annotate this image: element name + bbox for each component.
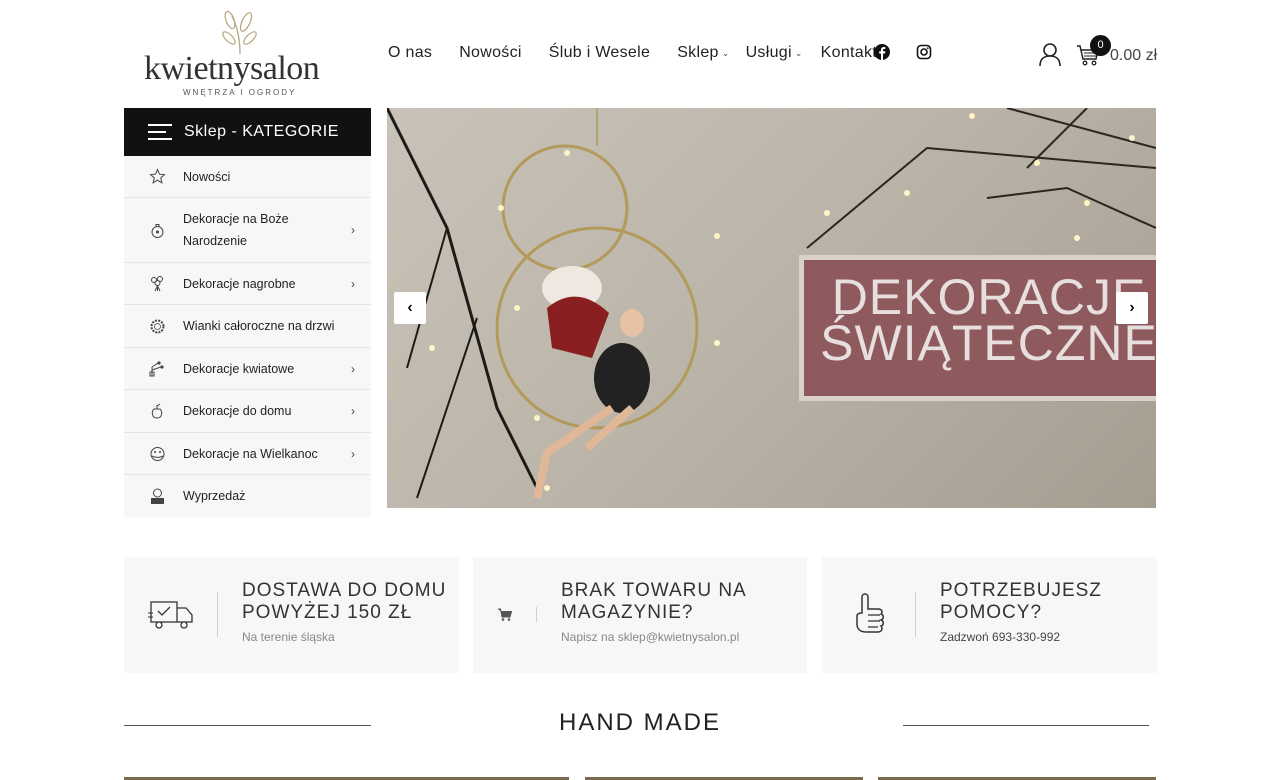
category-label: Dekoracje na Wielkanoc (183, 446, 318, 461)
category-sidebar: Sklep - KATEGORIE Nowości Dekoracje na B… (124, 108, 371, 517)
slider-next-button[interactable]: › (1116, 292, 1148, 324)
category-item-kwiatowe[interactable]: Dekoracje kwiatowe › (124, 348, 371, 390)
category-label: Dekoracje kwiatowe (183, 361, 295, 376)
handmade-icon (151, 488, 164, 504)
logo-text: kwietnysalon (144, 50, 320, 87)
section-title: HAND MADE (558, 709, 721, 736)
category-label: Wyprzedaż (183, 489, 246, 503)
chevron-right-icon: › (351, 446, 355, 461)
category-label: Dekoracje nagrobne (183, 276, 296, 291)
category-item-boze-narodzenie[interactable]: Dekoracje na Boże Narodzenie › (124, 198, 371, 263)
chevron-right-icon: › (351, 276, 355, 291)
category-label: Dekoracje na Boże Narodzenie (183, 212, 289, 248)
egg-icon (150, 447, 165, 461)
info-title: BRAK TOWARU NA MAGAZYNIE? (561, 580, 747, 623)
wreath-icon (150, 319, 165, 333)
info-box-stock: BRAK TOWARU NA MAGAZYNIE? Napisz na skle… (473, 557, 807, 673)
chevron-down-icon: ⌄ (794, 47, 803, 58)
nav-o-nas[interactable]: O nas (388, 44, 432, 62)
category-item-wyprzedaz[interactable]: Wyprzedaż (124, 475, 371, 517)
category-label: Dekoracje do domu (183, 404, 292, 418)
category-title: Sklep - KATEGORIE (184, 123, 339, 140)
bouquet-icon (151, 276, 163, 292)
info-subtitle[interactable]: Zadzwoń 693-330-992 (940, 630, 1060, 644)
star-icon (149, 168, 166, 184)
logo-subtitle: WNĘTRZA I OGRODY (183, 88, 297, 97)
info-box-help: POTRZEBUJESZ POMOCY? Zadzwoń 693-330-992 (822, 557, 1157, 673)
hamburger-icon (148, 124, 172, 140)
cart-total[interactable]: 0.00 zł (1110, 47, 1157, 65)
nav-kontakt[interactable]: Kontakt (821, 44, 877, 62)
leaf-logo-icon (222, 10, 257, 55)
main-nav: O nas Nowości Ślub i Wesele Sklep ⌄ Usług… (388, 42, 877, 64)
delivery-truck-icon (148, 601, 193, 629)
info-subtitle[interactable]: Napisz na sklep@kwietnysalon.pl (561, 630, 739, 644)
instagram-icon[interactable] (916, 44, 932, 60)
category-label: Wianki całoroczne na drzwi (183, 319, 335, 333)
info-box-delivery: DOSTAWA DO DOMU POWYŻEJ 150 ZŁ Na tereni… (124, 557, 459, 673)
chevron-right-icon: › (351, 361, 355, 376)
slider-prev-button[interactable]: ‹ (394, 292, 426, 324)
hero-slider[interactable]: DEKORACJE ŚWIĄTECZNE (387, 108, 1156, 508)
chevron-down-icon: ⌄ (721, 47, 730, 58)
info-title: POTRZEBUJESZ POMOCY? (940, 580, 1102, 623)
category-item-nowosci[interactable]: Nowości (124, 156, 371, 198)
category-item-do-domu[interactable]: Dekoracje do domu › (124, 390, 371, 433)
nav-uslugi[interactable]: Usługi ⌄ (746, 44, 803, 62)
cart-count-badge: 0 (1090, 35, 1111, 56)
chevron-right-icon: › (351, 223, 355, 237)
chevron-right-icon: › (1129, 299, 1135, 316)
chevron-right-icon: › (351, 404, 355, 418)
category-item-nagrobne[interactable]: Dekoracje nagrobne › (124, 263, 371, 305)
user-icon[interactable] (1039, 43, 1061, 67)
facebook-icon[interactable] (874, 44, 890, 60)
category-item-wielkanoc[interactable]: Dekoracje na Wielkanoc › (124, 433, 371, 475)
thumbs-up-icon (856, 593, 884, 633)
info-title: DOSTAWA DO DOMU POWYŻEJ 150 ZŁ (242, 580, 447, 623)
chevron-left-icon: ‹ (407, 299, 413, 316)
ornament-icon (151, 223, 164, 238)
slide-headline: DEKORACJE ŚWIĄTECZNE (820, 269, 1156, 371)
category-label: Nowości (183, 169, 231, 184)
info-subtitle: Na terenie śląska (242, 630, 335, 644)
nav-nowosci[interactable]: Nowości (459, 44, 522, 62)
nav-sklep[interactable]: Sklep ⌄ (677, 44, 729, 62)
cart-icon (498, 608, 512, 621)
nav-slub-i-wesele[interactable]: Ślub i Wesele (549, 44, 650, 62)
vase-icon (151, 403, 163, 419)
site-logo[interactable]: kwietnysalon WNĘTRZA I OGRODY (144, 10, 329, 100)
category-header[interactable]: Sklep - KATEGORIE (124, 108, 371, 156)
category-item-wianki[interactable]: Wianki całoroczne na drzwi (124, 305, 371, 348)
flower-icon (149, 361, 164, 377)
